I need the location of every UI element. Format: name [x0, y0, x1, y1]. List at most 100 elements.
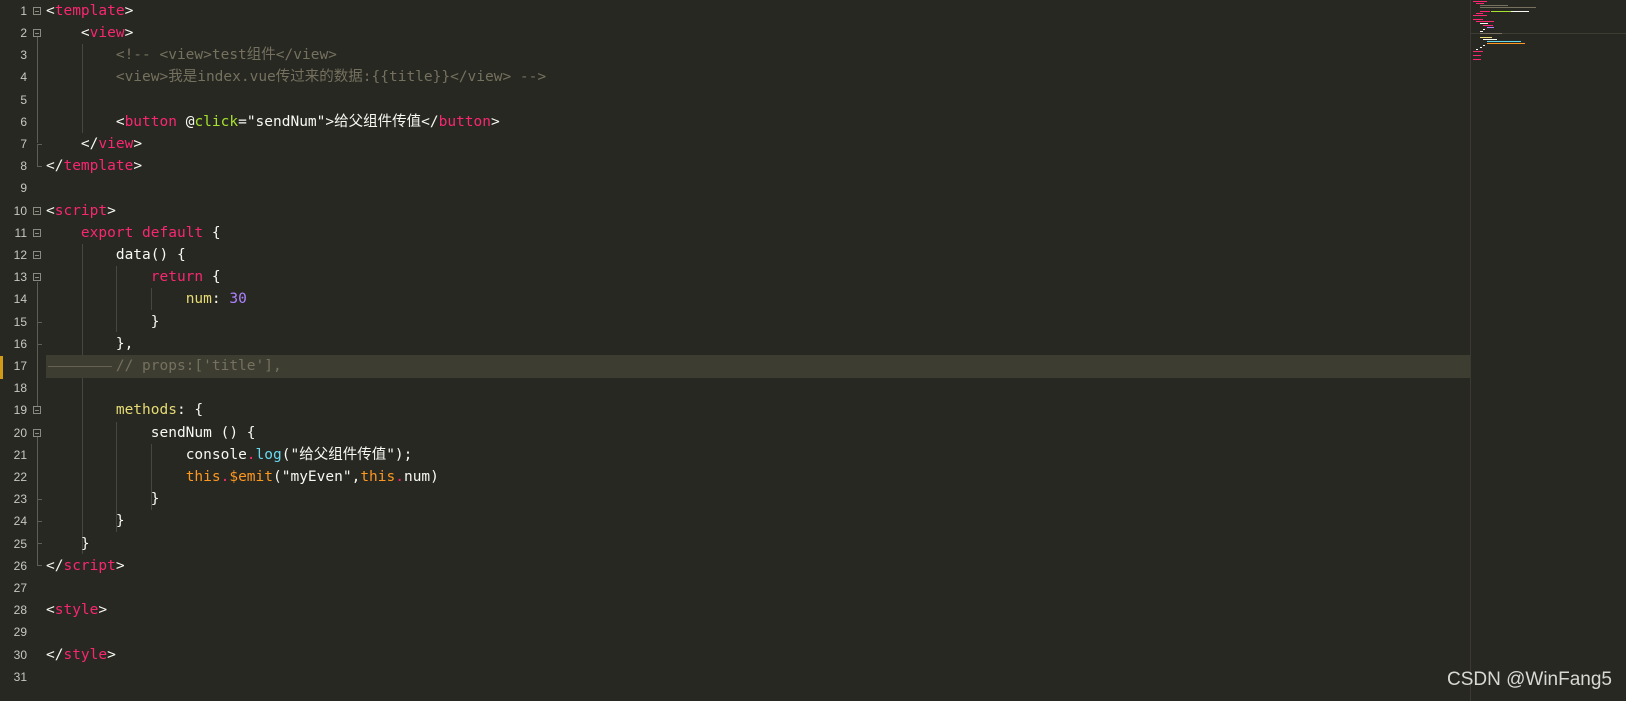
line-number: 2 — [20, 26, 27, 40]
fold-toggle-icon[interactable] — [33, 29, 41, 37]
line-number: 20 — [13, 426, 27, 440]
line-number: 21 — [13, 448, 27, 462]
minimap-line — [1473, 19, 1483, 20]
fold-toggle-icon[interactable] — [33, 229, 41, 237]
minimap-line — [1511, 11, 1529, 12]
code-line[interactable]: }, — [46, 333, 1470, 356]
line-number: 16 — [13, 337, 27, 351]
minimap-line — [1473, 55, 1481, 56]
minimap-line — [1480, 33, 1502, 34]
minimap-line — [1476, 21, 1494, 22]
line-number: 9 — [20, 181, 27, 195]
minimap-line — [1483, 45, 1485, 46]
minimap[interactable] — [1471, 0, 1626, 701]
code-line[interactable]: } — [46, 311, 1470, 334]
fold-toggle-icon[interactable] — [33, 429, 41, 437]
code-line-active[interactable]: // props:['title'], — [46, 355, 1470, 378]
code-area[interactable]: <template> <view> <!-- <view>test组件</vie… — [46, 0, 1470, 701]
line-number: 30 — [13, 648, 27, 662]
minimap-line — [1483, 25, 1493, 26]
code-line[interactable]: <template> — [46, 0, 1470, 23]
minimap-line — [1480, 37, 1492, 38]
line-number: 13 — [13, 270, 27, 284]
minimap-line — [1487, 41, 1521, 42]
code-line[interactable]: data() { — [46, 244, 1470, 267]
line-number: 29 — [13, 625, 27, 639]
minimap-line — [1473, 59, 1481, 60]
minimap-line — [1480, 47, 1482, 48]
code-line[interactable]: <script> — [46, 200, 1470, 223]
line-number: 24 — [13, 514, 27, 528]
line-number: 1 — [20, 4, 27, 18]
code-line[interactable]: <!-- <view>test组件</view> — [46, 44, 1470, 67]
comment: <!-- <view>test组件</view> — [115, 47, 337, 63]
code-line[interactable]: } — [46, 533, 1470, 556]
fold-end-marker — [37, 166, 42, 167]
line-number: 25 — [13, 537, 27, 551]
code-line[interactable]: this.$emit("myEven",this.num) — [46, 466, 1470, 489]
watermark: CSDN @WinFang5 — [1447, 669, 1612, 690]
code-line[interactable]: </style> — [46, 644, 1470, 667]
line-number: 3 — [20, 48, 27, 62]
fold-range-line — [37, 521, 38, 543]
code-line[interactable]: } — [46, 488, 1470, 511]
comment: <view>我是index.vue传过来的数据:{{title}}</view>… — [115, 69, 547, 85]
code-line[interactable]: <button @click="sendNum">给父组件传值</button> — [46, 111, 1470, 134]
line-number: 28 — [13, 603, 27, 617]
minimap-line — [1476, 13, 1483, 14]
code-line[interactable]: console.log("给父组件传值"); — [46, 444, 1470, 467]
minimap-line — [1473, 1, 1487, 2]
minimap-line — [1491, 11, 1511, 12]
minimap-line — [1476, 49, 1478, 50]
line-number: 6 — [20, 115, 27, 129]
fold-range-line — [37, 543, 38, 565]
minimap-line — [1483, 29, 1485, 30]
code-line[interactable]: <view>我是index.vue传过来的数据:{{title}}</view>… — [46, 66, 1470, 89]
fold-range-line — [37, 344, 38, 406]
fold-range-line — [37, 322, 38, 344]
line-number: 23 — [13, 492, 27, 506]
fold-range-line — [37, 437, 38, 499]
fold-toggle-icon[interactable] — [33, 207, 41, 215]
code-line[interactable]: </view> — [46, 133, 1470, 156]
minimap-line — [1480, 7, 1536, 8]
minimap-line — [1483, 39, 1497, 40]
line-number: 22 — [13, 470, 27, 484]
code-line[interactable]: return { — [46, 266, 1470, 289]
line-number: 26 — [13, 559, 27, 573]
minimap-line — [1480, 11, 1490, 12]
line-number: 14 — [13, 292, 27, 306]
line-number: 10 — [13, 204, 27, 218]
minimap-line — [1473, 15, 1487, 16]
code-line[interactable]: <style> — [46, 599, 1470, 622]
line-number: 12 — [13, 248, 27, 262]
code-line[interactable]: <view> — [46, 22, 1470, 45]
line-number: 15 — [13, 315, 27, 329]
minimap-line — [1487, 43, 1525, 44]
fold-range-line — [37, 282, 38, 322]
line-number: 4 — [20, 70, 27, 84]
line-number: 18 — [13, 381, 27, 395]
code-line[interactable]: num: 30 — [46, 288, 1470, 311]
line-number: 7 — [20, 137, 27, 151]
line-number: 5 — [20, 93, 27, 107]
fold-range-line — [37, 499, 38, 521]
fold-toggle-icon[interactable] — [33, 273, 41, 281]
fold-range-line — [37, 37, 38, 143]
code-line[interactable]: } — [46, 510, 1470, 533]
code-line[interactable]: </template> — [46, 155, 1470, 178]
fold-toggle-icon[interactable] — [33, 251, 41, 259]
code-line[interactable]: methods: { — [46, 399, 1470, 422]
minimap-line — [1480, 23, 1488, 24]
code-line[interactable]: export default { — [46, 222, 1470, 245]
line-number: 8 — [20, 159, 27, 173]
code-line[interactable]: </script> — [46, 555, 1470, 578]
comment: // props:['title'], — [115, 358, 282, 374]
fold-toggle-icon[interactable] — [33, 7, 41, 15]
line-number-gutter: 1 2 3 4 5 6 7 8 9 10 11 12 13 14 15 16 1… — [0, 0, 46, 701]
line-number: 11 — [14, 226, 27, 240]
minimap-line — [1476, 3, 1484, 4]
code-line[interactable]: sendNum () { — [46, 422, 1470, 445]
fold-toggle-icon[interactable] — [33, 406, 41, 414]
code-editor[interactable]: 1 2 3 4 5 6 7 8 9 10 11 12 13 14 15 16 1… — [0, 0, 1626, 701]
